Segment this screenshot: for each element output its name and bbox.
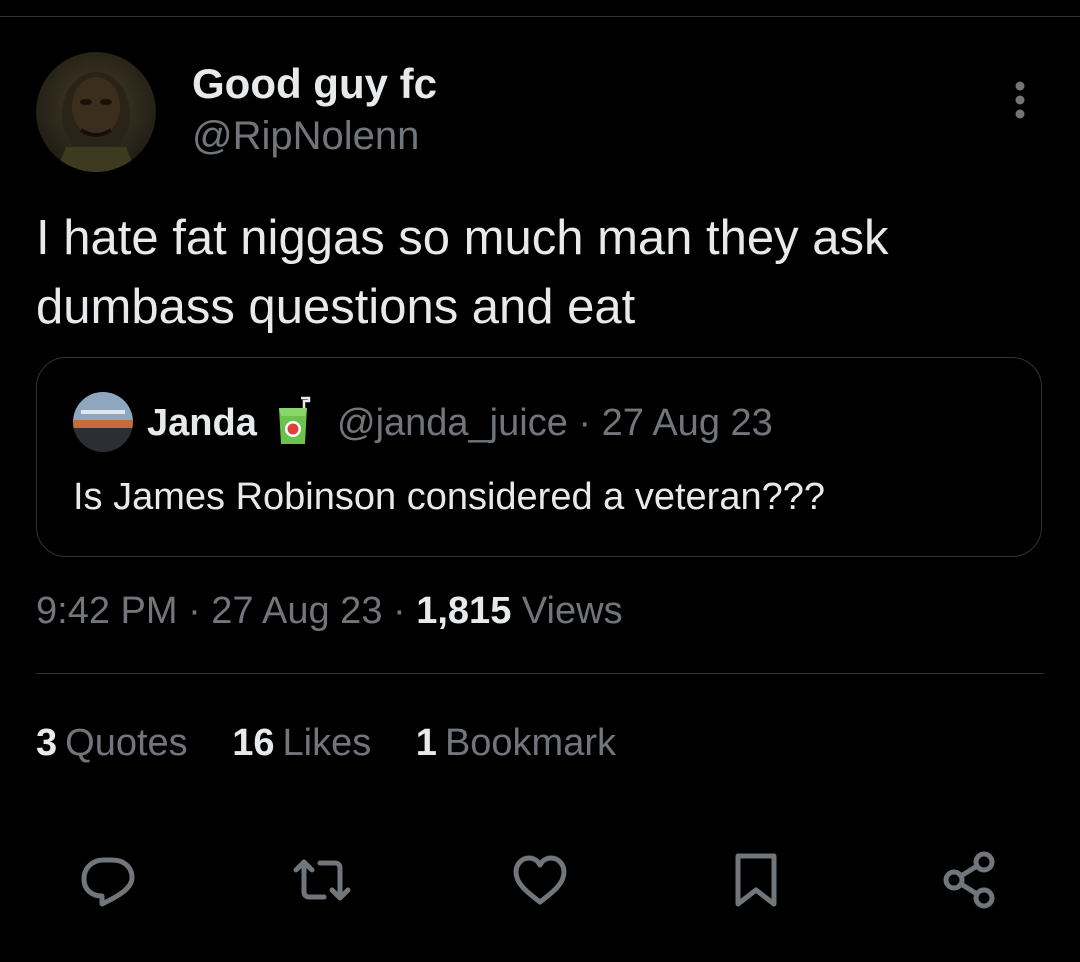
action-bar	[0, 848, 1080, 912]
reply-icon	[81, 857, 135, 907]
share-button[interactable]	[938, 848, 1002, 912]
stats-row: 3 Quotes 16 Likes 1 Bookmark	[36, 722, 650, 765]
reply-button[interactable]	[76, 848, 140, 912]
likes-label: Likes	[282, 722, 372, 764]
bookmarks-label: Bookmark	[444, 722, 616, 764]
quoted-tweet-card[interactable]: Janda @janda_juice · 27 Aug 23 Is James …	[36, 357, 1042, 557]
quotes-label: Quotes	[65, 722, 188, 764]
bookmarks-stat[interactable]: 1 Bookmark	[416, 722, 616, 765]
views-count: 1,815	[416, 590, 512, 632]
stats-divider	[36, 673, 1044, 674]
more-options-button[interactable]	[1000, 78, 1040, 122]
views-label: Views	[511, 590, 623, 632]
bookmark-button[interactable]	[724, 848, 788, 912]
author-avatar[interactable]	[36, 52, 156, 172]
bookmarks-count: 1	[415, 722, 437, 764]
quoted-author-avatar[interactable]	[73, 392, 133, 452]
top-divider	[0, 16, 1080, 17]
retweet-icon	[293, 859, 351, 901]
juice-box-icon	[271, 396, 319, 448]
author-display-name[interactable]: Good guy fc	[192, 60, 437, 108]
bookmark-icon	[735, 853, 777, 907]
retweet-button[interactable]	[290, 848, 354, 912]
share-icon	[943, 851, 995, 909]
author-handle[interactable]: @RipNolenn	[192, 114, 419, 159]
quoted-author-name[interactable]: Janda	[147, 402, 257, 445]
tweet-timestamp[interactable]: 9:42 PM · 27 Aug 23 ·	[36, 590, 416, 632]
likes-count: 16	[232, 722, 275, 764]
likes-stat[interactable]: 16 Likes	[232, 722, 371, 765]
quotes-stat[interactable]: 3 Quotes	[36, 722, 188, 765]
tweet-text: I hate fat niggas so much man they ask d…	[36, 211, 889, 334]
like-icon	[513, 855, 567, 905]
more-vertical-icon	[1015, 81, 1025, 119]
like-button[interactable]	[508, 848, 572, 912]
quoted-text: Is James Robinson considered a veteran??…	[73, 476, 826, 518]
timestamp-row: 9:42 PM · 27 Aug 23 · 1,815 Views	[36, 590, 623, 633]
quotes-count: 3	[36, 722, 58, 764]
quoted-meta: @janda_juice · 27 Aug 23	[337, 402, 773, 444]
